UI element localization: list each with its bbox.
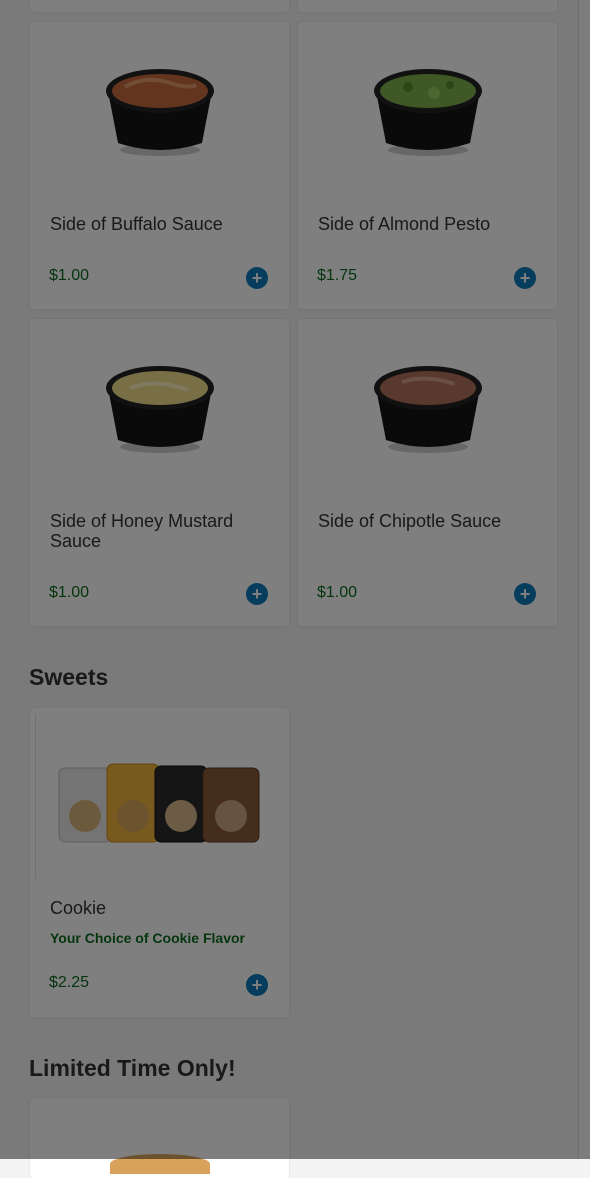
- product-name: Side of Honey Mustard Sauce: [50, 511, 234, 551]
- add-to-cart-icon[interactable]: +: [246, 583, 268, 605]
- add-to-cart-icon[interactable]: +: [514, 267, 536, 289]
- section-title-sweets: Sweets: [29, 664, 109, 690]
- product-card-limited[interactable]: [30, 1098, 289, 1178]
- product-price: $1.75: [317, 267, 358, 284]
- add-to-cart-icon[interactable]: +: [514, 583, 536, 605]
- add-to-cart-icon[interactable]: +: [246, 267, 268, 289]
- product-subtitle: Your Choice of Cookie Flavor: [50, 930, 245, 946]
- product-card-pesto[interactable]: Side of Almond Pesto $1.75 +: [298, 22, 557, 309]
- product-price: $1.00: [317, 584, 358, 601]
- product-card-partial-right[interactable]: [298, 0, 557, 12]
- product-price: $2.25: [49, 974, 90, 991]
- chipotle-sauce-cup-icon: [298, 319, 557, 489]
- product-price: $1.00: [49, 584, 90, 601]
- product-name: Side of Chipotle Sauce: [318, 511, 502, 531]
- cookie-bags-icon: [30, 708, 289, 898]
- limited-item-image: [110, 1154, 210, 1174]
- buffalo-sauce-cup-icon: [30, 22, 289, 192]
- product-card-partial-left[interactable]: [30, 0, 289, 12]
- product-card-chipotle[interactable]: Side of Chipotle Sauce $1.00 +: [298, 319, 557, 626]
- product-card-honey-mustard[interactable]: Side of Honey Mustard Sauce $1.00 +: [30, 319, 289, 626]
- product-price: $1.00: [49, 267, 90, 284]
- product-name: Side of Buffalo Sauce: [50, 214, 223, 234]
- scrollbar[interactable]: [578, 0, 590, 1159]
- product-name: Cookie: [50, 898, 107, 918]
- section-title-limited: Limited Time Only!: [29, 1055, 236, 1081]
- add-to-cart-icon[interactable]: +: [246, 974, 268, 996]
- honey-mustard-cup-icon: [30, 319, 289, 489]
- almond-pesto-cup-icon: [298, 22, 557, 192]
- product-card-buffalo[interactable]: Side of Buffalo Sauce $1.00 +: [30, 22, 289, 309]
- product-card-cookie[interactable]: Cookie Your Choice of Cookie Flavor $2.2…: [30, 708, 289, 1017]
- product-name: Side of Almond Pesto: [318, 214, 491, 234]
